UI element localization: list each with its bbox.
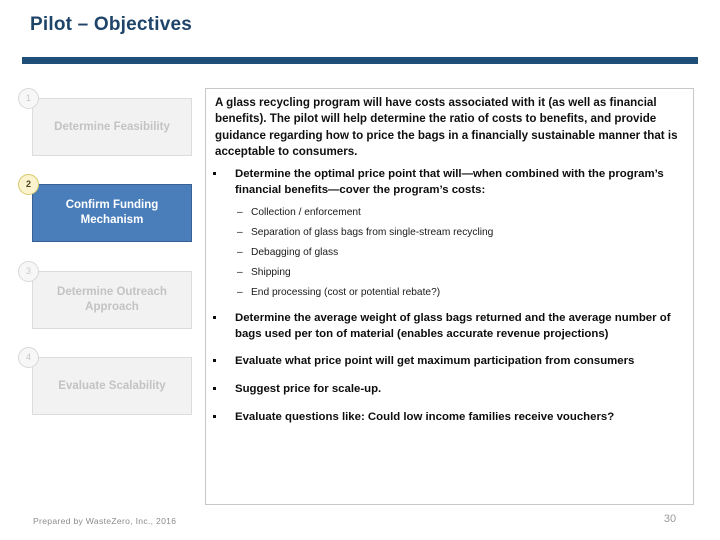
sub-bullet-item: – End processing (cost or potential reba… xyxy=(206,286,686,300)
sub-bullet-dash-icon: – xyxy=(237,227,243,239)
bullet-text: Determine the average weight of glass ba… xyxy=(235,312,671,340)
page-title: Pilot – Objectives xyxy=(30,14,192,35)
sub-bullet-text: Debagging of glass xyxy=(251,247,339,259)
step-label-1: Determine Feasibility xyxy=(54,120,170,133)
step-label-3: Determine Outreach Approach xyxy=(57,286,167,313)
intro-paragraph: A glass recycling program will have cost… xyxy=(215,96,678,159)
sub-bullet-item: – Debagging of glass xyxy=(206,246,686,260)
sub-bullet-text: End processing (cost or potential rebate… xyxy=(251,287,441,299)
step-number-4: 4 xyxy=(25,352,31,362)
sub-bullet-text: Separation of glass bags from single-str… xyxy=(251,227,494,239)
step-number-3: 3 xyxy=(25,266,31,276)
sub-bullet-text: Collection / enforcement xyxy=(251,207,361,219)
bullet-item: Determine the optimal price point that w… xyxy=(206,167,686,198)
bullet-text: Determine the optimal price point that w… xyxy=(235,168,664,196)
step-badge-4: 4 xyxy=(18,347,39,368)
step-item-1[interactable]: Determine Feasibility 1 xyxy=(18,88,198,160)
bullet-text: Evaluate questions like: Could low incom… xyxy=(235,410,615,423)
bullet-item: Suggest price for scale-up. xyxy=(206,382,686,398)
sub-bullet-item: – Separation of glass bags from single-s… xyxy=(206,226,686,240)
step-list: Determine Feasibility 1 Confirm Funding … xyxy=(18,88,198,428)
step-box-3[interactable]: Determine Outreach Approach xyxy=(32,271,192,329)
page-number: 30 xyxy=(663,513,677,525)
bullet-item: Evaluate what price point will get maxim… xyxy=(206,354,686,370)
bullet-marker-icon xyxy=(213,172,216,175)
bullet-item: Evaluate questions like: Could low incom… xyxy=(206,410,686,426)
step-box-4[interactable]: Evaluate Scalability xyxy=(32,357,192,415)
content-panel: A glass recycling program will have cost… xyxy=(205,88,694,505)
footer-credit: Prepared by WasteZero, Inc., 2016 xyxy=(33,516,177,526)
bullet-marker-icon xyxy=(213,316,216,320)
sub-bullet-text: Shipping xyxy=(251,267,291,279)
step-label-2: Confirm Funding Mechanism xyxy=(65,199,159,226)
step-label-4: Evaluate Scalability xyxy=(58,379,166,392)
step-number-2: 2 xyxy=(25,179,31,189)
sub-bullet-item: – Collection / enforcement xyxy=(206,206,686,220)
bullet-marker-icon xyxy=(213,414,216,418)
sub-bullet-dash-icon: – xyxy=(237,247,243,259)
step-box-1[interactable]: Determine Feasibility xyxy=(32,98,192,156)
title-divider-rule xyxy=(22,57,698,64)
objectives-bullet-list: Determine the optimal price point that w… xyxy=(206,167,695,425)
sub-bullet-dash-icon: – xyxy=(237,207,243,219)
step-item-4[interactable]: Evaluate Scalability 4 xyxy=(18,347,198,419)
bullet-marker-icon xyxy=(213,359,216,363)
step-item-3[interactable]: Determine Outreach Approach 3 xyxy=(18,261,198,333)
step-badge-2: 2 xyxy=(18,174,39,195)
sub-bullet-dash-icon: – xyxy=(237,267,243,279)
sub-bullet-dash-icon: – xyxy=(237,287,243,299)
step-badge-3: 3 xyxy=(18,261,39,282)
bullet-marker-icon xyxy=(213,386,216,390)
step-badge-1: 1 xyxy=(18,88,39,109)
bullet-text: Evaluate what price point will get maxim… xyxy=(235,355,635,368)
step-item-2[interactable]: Confirm Funding Mechanism 2 xyxy=(18,174,198,246)
step-number-1: 1 xyxy=(25,93,31,103)
step-box-2[interactable]: Confirm Funding Mechanism xyxy=(32,184,192,242)
sub-bullet-item: – Shipping xyxy=(206,266,686,280)
bullet-item: Determine the average weight of glass ba… xyxy=(206,311,686,342)
bullet-text: Suggest price for scale-up. xyxy=(235,382,382,395)
